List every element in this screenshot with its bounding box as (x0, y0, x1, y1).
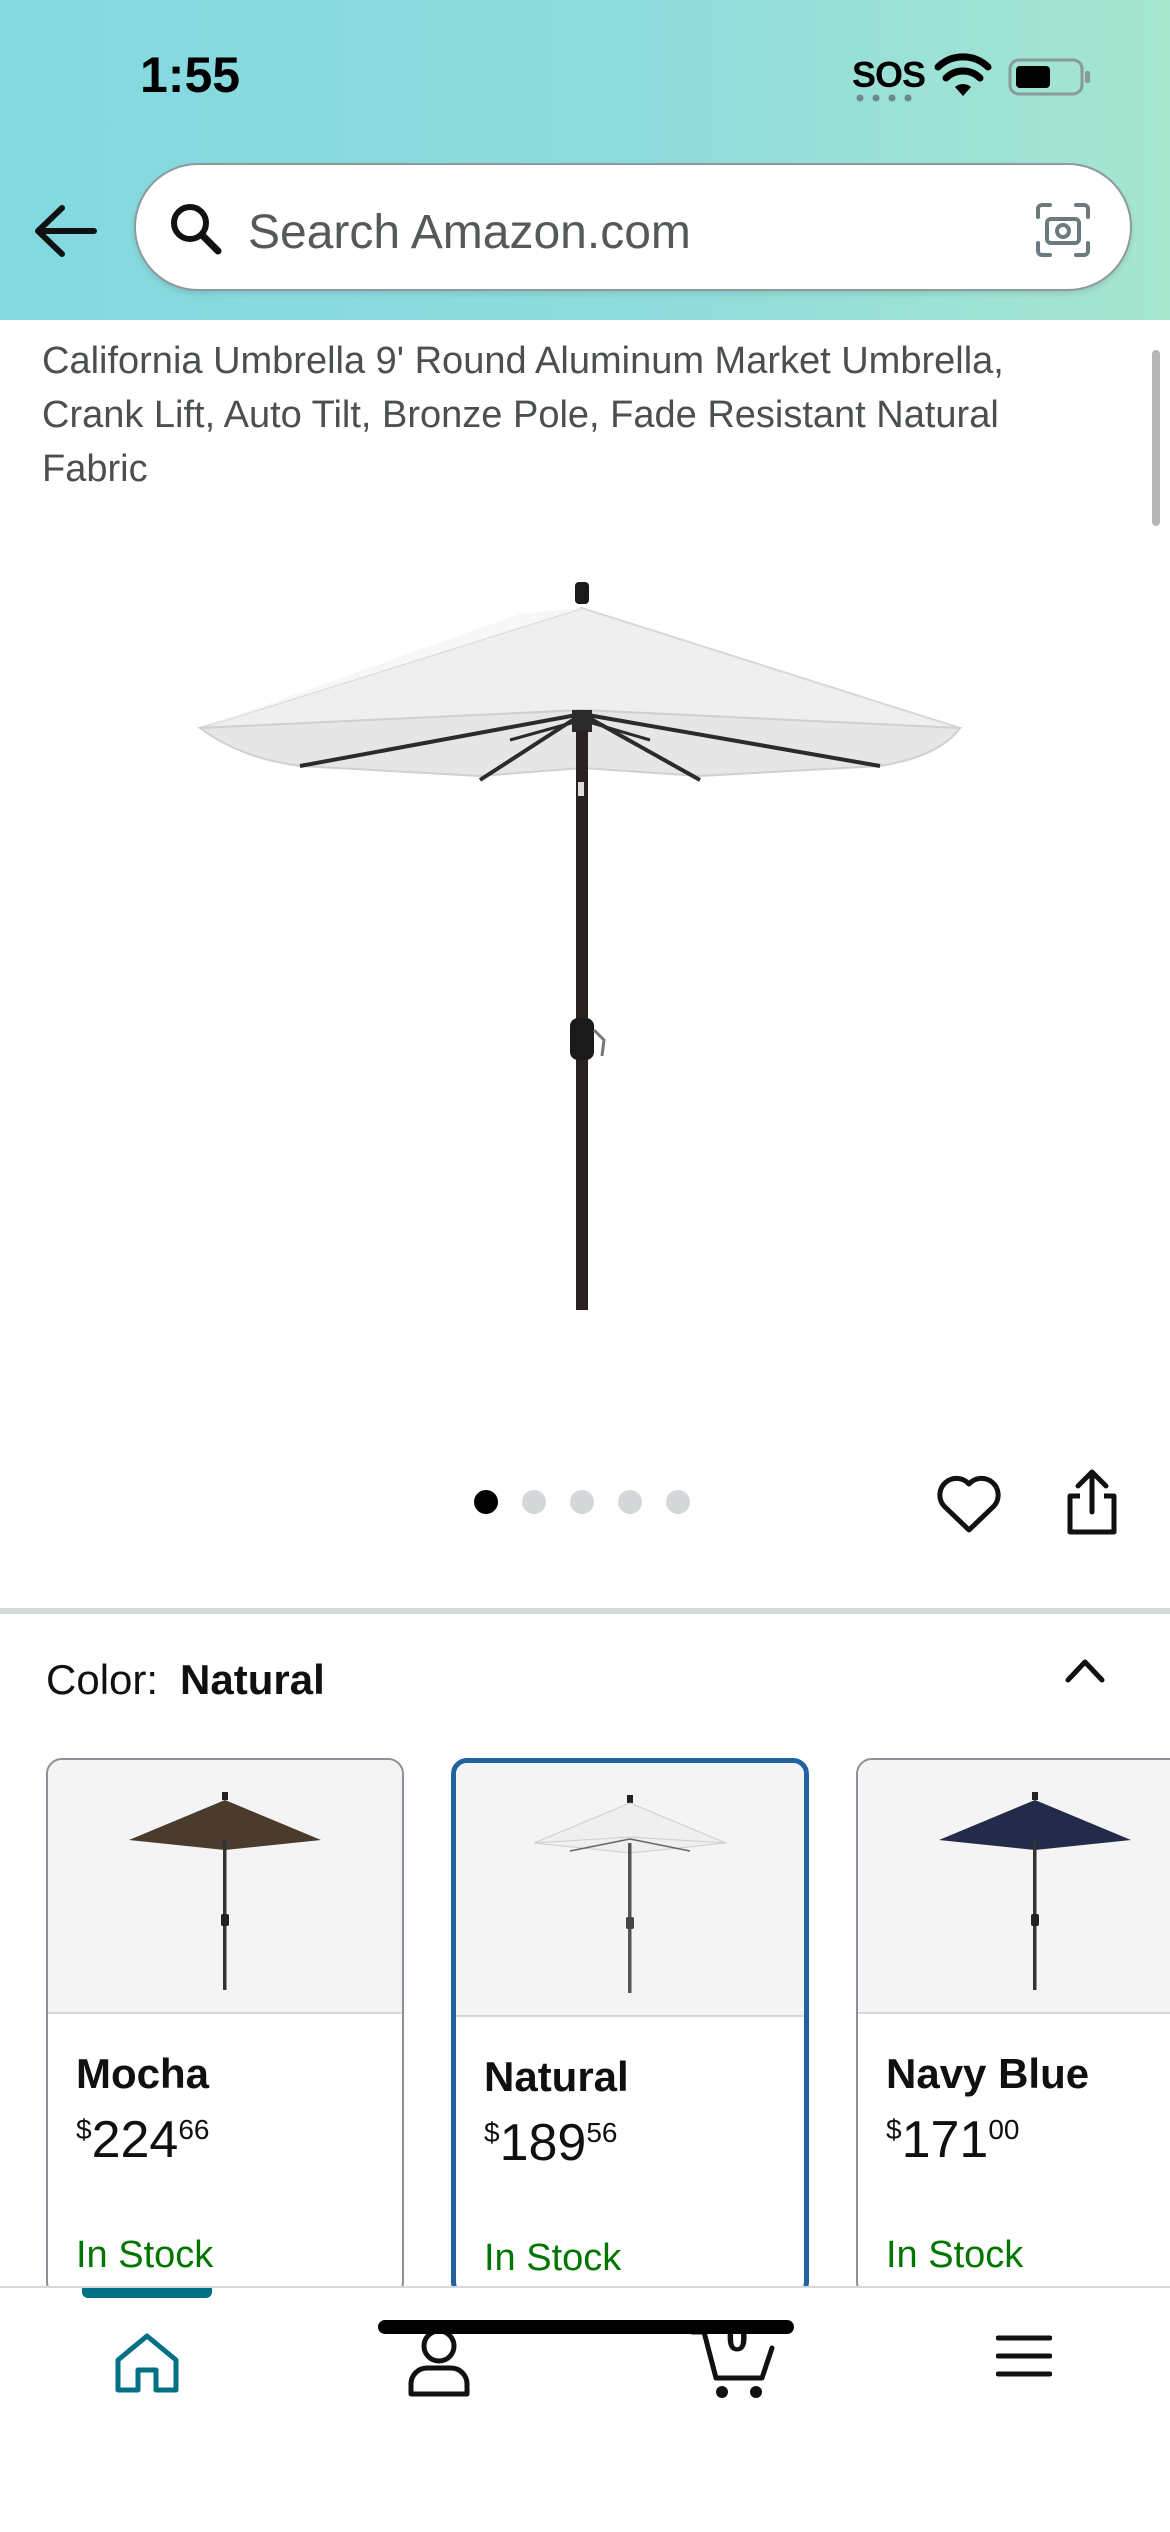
wifi-icon (934, 53, 992, 96)
menu-icon[interactable] (996, 2332, 1052, 2380)
battery-icon (1008, 58, 1090, 96)
color-swatch-navy-blue[interactable]: Navy Blue $17100 In Stock (856, 1758, 1170, 2298)
stock-status: In Stock (76, 2234, 214, 2276)
swatch-image (858, 1760, 1170, 2014)
swatch-image (48, 1760, 402, 2014)
currency-symbol: $ (484, 2117, 500, 2148)
pagination-dot[interactable] (570, 1490, 594, 1514)
status-sos: SOS (852, 54, 926, 95)
page-scrollbar[interactable] (1152, 350, 1160, 526)
swatch-price: $18956 (484, 2113, 618, 2173)
heart-icon[interactable] (936, 1474, 1002, 1536)
price-whole: 171 (901, 2111, 989, 2169)
home-icon[interactable] (112, 2328, 182, 2398)
pagination-dot[interactable] (474, 1490, 498, 1514)
currency-symbol: $ (76, 2114, 92, 2145)
color-label: Color: (46, 1656, 159, 1703)
swatch-name: Mocha (76, 2050, 210, 2097)
search-icon (171, 204, 222, 255)
swatch-name: Navy Blue (886, 2050, 1090, 2097)
price-fraction: 00 (988, 2114, 1020, 2145)
product-image[interactable] (180, 570, 980, 1320)
price-fraction: 56 (586, 2117, 618, 2148)
product-title: California Umbrella 9' Round Aluminum Ma… (42, 340, 1004, 490)
chevron-up-icon[interactable] (1060, 1650, 1110, 1690)
search-placeholder: Search Amazon.com (248, 206, 691, 259)
section-divider (0, 1608, 1170, 1614)
camera-search-icon[interactable] (1034, 201, 1092, 259)
active-tab-indicator (82, 2288, 212, 2298)
status-time: 1:55 (140, 47, 241, 103)
price-whole: 224 (91, 2111, 179, 2169)
share-icon[interactable] (1064, 1468, 1120, 1538)
stock-status: In Stock (886, 2234, 1024, 2276)
image-pagination[interactable] (474, 1490, 690, 1520)
swatch-price: $22466 (76, 2110, 210, 2170)
swatch-image (456, 1763, 804, 2017)
selected-color: Natural (180, 1656, 325, 1703)
price-whole: 189 (499, 2114, 587, 2172)
currency-symbol: $ (886, 2114, 902, 2145)
pagination-dot[interactable] (522, 1490, 546, 1514)
search-input[interactable]: Search Amazon.com (134, 163, 1132, 291)
stock-status: In Stock (484, 2237, 622, 2279)
swatch-name: Natural (484, 2053, 629, 2100)
pagination-dot[interactable] (666, 1490, 690, 1514)
pagination-dot[interactable] (618, 1490, 642, 1514)
signal-dots-icon (856, 94, 912, 102)
color-selector-header[interactable]: Color: Natural (46, 1656, 325, 1704)
home-indicator[interactable] (378, 2320, 794, 2334)
back-arrow-icon[interactable] (30, 198, 100, 264)
app-header: 1:55 SOS Search Amazon.com (0, 0, 1170, 320)
swatch-price: $17100 (886, 2110, 1020, 2170)
price-fraction: 66 (178, 2114, 210, 2145)
color-swatch-natural[interactable]: Natural $18956 In Stock (451, 1758, 809, 2298)
color-swatch-mocha[interactable]: Mocha $22466 In Stock (46, 1758, 404, 2298)
profile-icon[interactable] (406, 2326, 472, 2398)
